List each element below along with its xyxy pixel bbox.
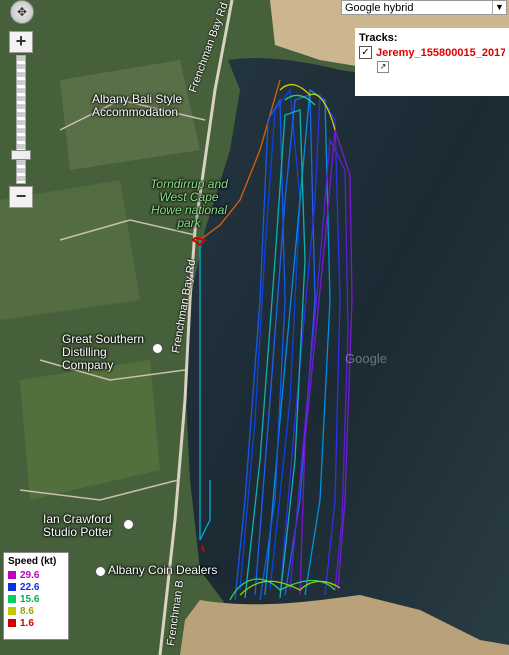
- place-label-great-southern: Great Southern Distilling Company: [62, 332, 145, 372]
- legend-value: 22.6: [20, 581, 40, 593]
- legend-value: 1.6: [20, 617, 34, 629]
- track-row[interactable]: ✓ Jeremy_155800015_2017: [359, 46, 505, 59]
- legend-swatch: [8, 607, 16, 615]
- google-watermark: Google: [345, 351, 387, 366]
- satellite-map[interactable]: [0, 0, 509, 655]
- legend-item: 29.6: [8, 569, 64, 581]
- zoom-slider-track[interactable]: [16, 55, 26, 184]
- place-label-albany-bali: Albany Bali Style Accommodation: [92, 92, 183, 119]
- place-label-torndirrup: Torndirrup and West Cape Howe national p…: [150, 177, 228, 230]
- place-pin[interactable]: [123, 519, 134, 530]
- legend-item: 15.6: [8, 593, 64, 605]
- map-type-select[interactable]: Google hybrid ▼: [341, 0, 507, 15]
- tracks-panel: Tracks: ✓ Jeremy_155800015_2017 ↗: [355, 28, 509, 96]
- legend-swatch: [8, 595, 16, 603]
- chevron-down-icon[interactable]: ▼: [492, 1, 506, 14]
- external-link-icon[interactable]: ↗: [377, 61, 389, 73]
- place-pin[interactable]: [152, 343, 163, 354]
- speed-legend: Speed (kt) 29.6 22.6 15.6 8.6 1.6: [3, 552, 69, 640]
- legend-value: 29.6: [20, 569, 40, 581]
- legend-swatch: [8, 571, 16, 579]
- track-name-link[interactable]: Jeremy_155800015_2017: [376, 47, 505, 59]
- map-type-value: Google hybrid: [345, 2, 414, 14]
- legend-item: 22.6: [8, 581, 64, 593]
- legend-item: 8.6: [8, 605, 64, 617]
- legend-swatch: [8, 619, 16, 627]
- legend-value: 8.6: [20, 605, 34, 617]
- tracks-title: Tracks:: [359, 32, 398, 44]
- place-label-ian-crawford: Ian Crawford Studio Potter: [43, 512, 113, 539]
- place-label-albany-coin: Albany Coin Dealers: [108, 563, 218, 577]
- zoom-slider-handle[interactable]: [11, 150, 31, 160]
- zoom-out-button[interactable]: −: [9, 186, 33, 208]
- pan-icon[interactable]: ✥: [10, 0, 34, 24]
- legend-value: 15.6: [20, 593, 40, 605]
- zoom-in-button[interactable]: +: [9, 31, 33, 53]
- track-checkbox[interactable]: ✓: [359, 46, 372, 59]
- legend-item: 1.6: [8, 617, 64, 629]
- place-pin[interactable]: [95, 566, 106, 577]
- legend-swatch: [8, 583, 16, 591]
- legend-title: Speed (kt): [8, 556, 57, 567]
